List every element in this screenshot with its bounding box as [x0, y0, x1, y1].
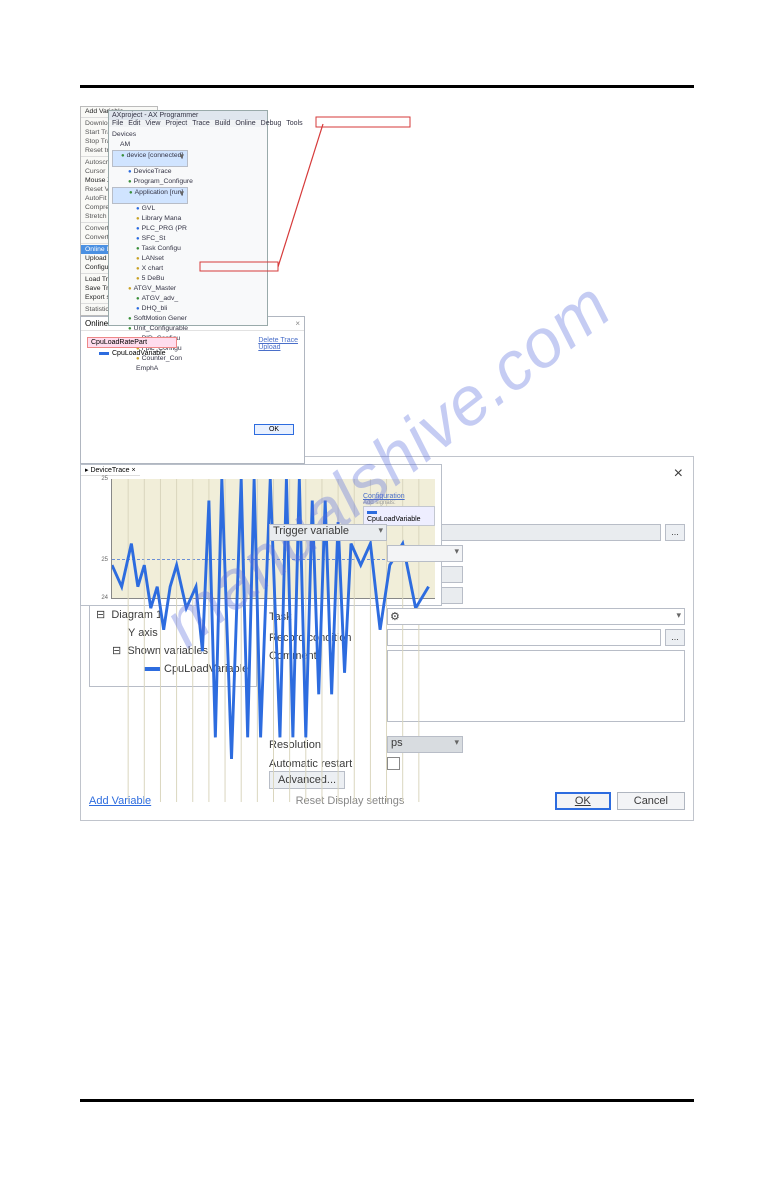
tree-item[interactable]: SFC_St [112, 234, 264, 244]
browse-button[interactable]: ... [665, 629, 685, 646]
tree-item[interactable]: AM [112, 140, 264, 150]
tree-item[interactable]: Program_Configure [112, 177, 264, 187]
delete-trace-link[interactable]: Delete Trace [258, 337, 298, 344]
online-list-sub: CpuLoadVariable [99, 350, 166, 357]
trace-sidebar: Configuration Add signals: CpuLoadVariab… [363, 493, 435, 526]
ide-title: AXproject - AX Programmer [109, 111, 267, 120]
online-list-item[interactable]: CpuLoadRatePart [87, 337, 177, 348]
trigger-edge-dropdown[interactable] [387, 545, 463, 562]
tree-item[interactable]: ATGV_adv_ [112, 294, 264, 304]
ok-button[interactable]: OK [555, 792, 611, 810]
menu-item[interactable]: Tools [286, 120, 302, 127]
tree-item[interactable]: 5 DeBu [112, 274, 264, 284]
upload-link[interactable]: Upload [258, 344, 298, 351]
tree-item[interactable]: Devices [112, 130, 264, 140]
ide-menubar[interactable]: FileEditViewProjectTraceBuildOnlineDebug… [109, 120, 267, 127]
tree-item[interactable]: LANset [112, 254, 264, 264]
menu-item[interactable]: View [145, 120, 160, 127]
close-icon[interactable]: × [131, 467, 135, 474]
ide-panel: AXproject - AX Programmer File Edit View Pr… [108, 110, 268, 326]
menu-item[interactable]: Edit [128, 120, 140, 127]
menu-item[interactable]: Online [235, 120, 255, 127]
menu-item[interactable]: Project [165, 120, 187, 127]
ok-button[interactable]: OK [254, 424, 294, 435]
tree-item[interactable]: Task Configu [112, 244, 264, 254]
tree-item[interactable]: GVL [112, 204, 264, 214]
tree-item[interactable]: ATGV_Master [112, 284, 264, 294]
close-icon[interactable]: × [674, 465, 683, 483]
tree-item[interactable]: DeviceTrace [112, 167, 264, 177]
device-trace-panel: ▸ DeviceTrace × 25 25 24 Configuration A… [80, 464, 442, 606]
device-trace-tab[interactable]: ▸ DeviceTrace × [81, 465, 140, 476]
tree-item[interactable]: Library Mana [112, 214, 264, 224]
trace-config-link[interactable]: Configuration [363, 493, 435, 500]
menu-item[interactable]: File [112, 120, 123, 127]
tree-item[interactable]: SoftMotion Gener [112, 314, 264, 324]
trace-variable-item[interactable]: CpuLoadVariable [363, 506, 435, 526]
close-icon[interactable]: × [295, 319, 300, 328]
menu-item[interactable]: Build [215, 120, 231, 127]
tree-item[interactable]: device [connected] [112, 150, 188, 167]
tree-item[interactable]: X chart [112, 264, 264, 274]
task-dropdown[interactable]: ⚙▾ [387, 608, 685, 625]
cancel-button[interactable]: Cancel [617, 792, 685, 810]
menu-item[interactable]: Debug [261, 120, 282, 127]
menu-item[interactable]: Trace [192, 120, 210, 127]
trigger-variable-dropdown[interactable]: Trigger variable [269, 524, 387, 541]
tree-item[interactable]: Application [run] [112, 187, 188, 204]
tree-item[interactable]: PLC_PRG (PR [112, 224, 264, 234]
tree-item[interactable]: DHQ_bli [112, 304, 264, 314]
screenshot-collage: AXproject - AX Programmer File Edit View Pr… [80, 106, 694, 426]
browse-button[interactable]: ... [665, 524, 685, 541]
resolution-dropdown[interactable]: ps [387, 736, 463, 753]
online-list-dialog: Online List × CpuLoadRatePart CpuLoadVar… [80, 316, 305, 464]
